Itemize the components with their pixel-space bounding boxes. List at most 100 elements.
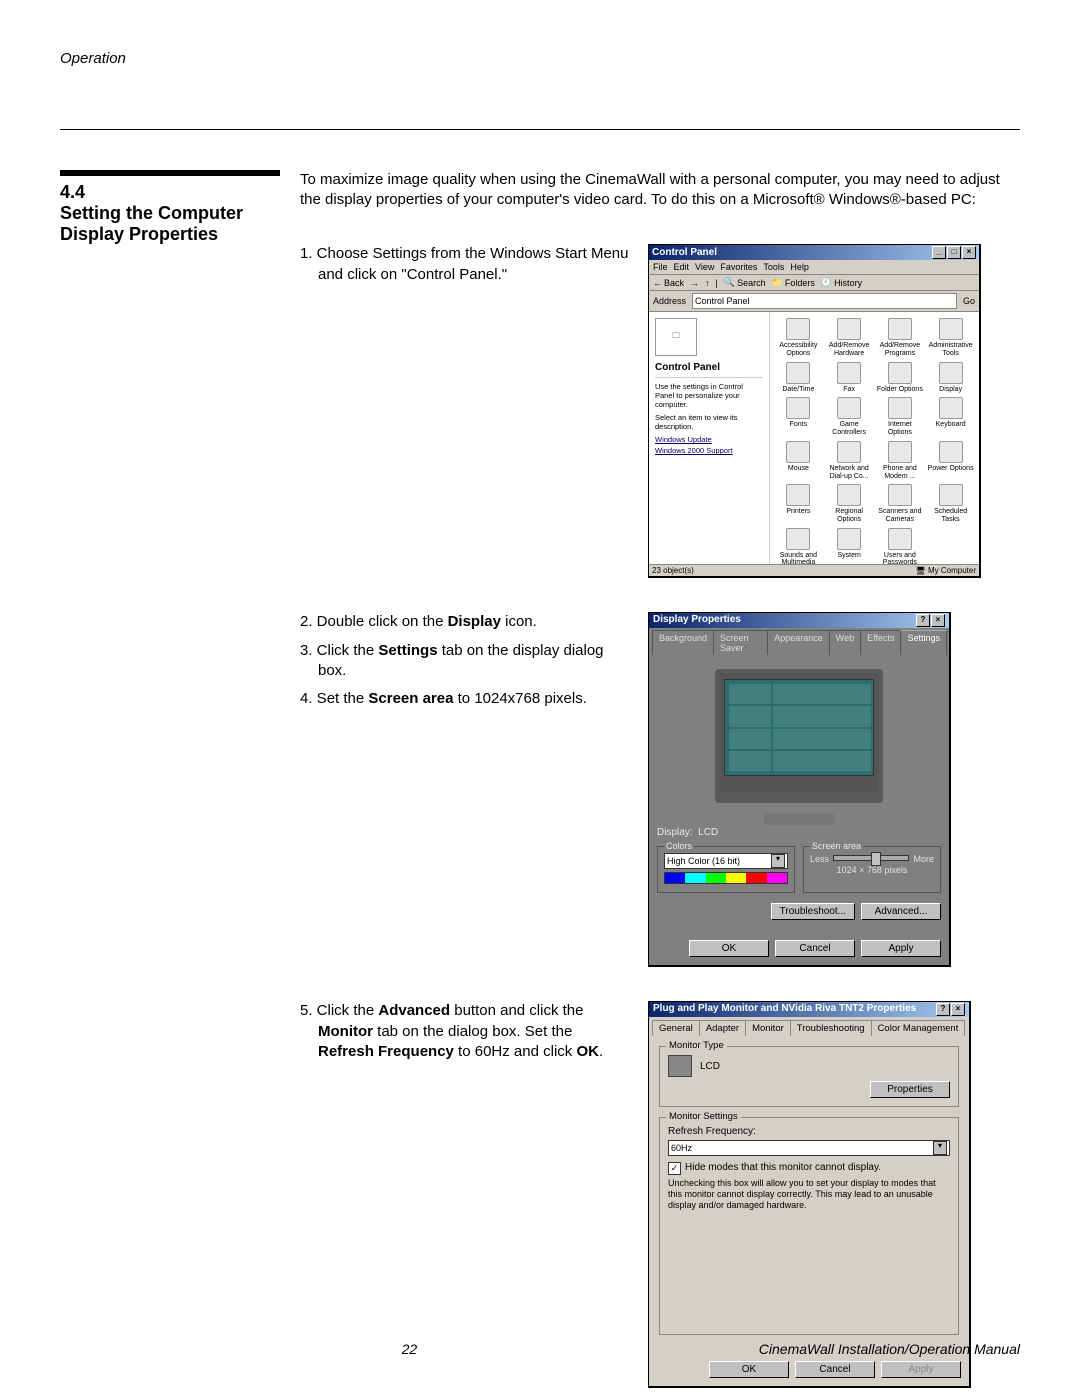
menu-file[interactable]: File (653, 262, 668, 272)
cancel-button[interactable]: Cancel (775, 940, 855, 957)
help-button[interactable]: ? (916, 614, 930, 627)
cp-icon-game-controllers[interactable]: Game Controllers (825, 397, 874, 436)
link-windows-2000-support[interactable]: Windows 2000 Support (655, 446, 763, 455)
menu-help[interactable]: Help (790, 262, 809, 272)
display-properties-dialog: Display Properties ? × Background Screen… (648, 612, 951, 967)
toolbar-back[interactable]: ← Back (653, 278, 684, 288)
menu-edit[interactable]: Edit (674, 262, 690, 272)
cp-icon-phone-modem[interactable]: Phone and Modem ... (876, 441, 925, 480)
step-2: 2. Double click on the Display icon. (300, 612, 630, 632)
properties-button[interactable]: Properties (870, 1081, 950, 1098)
tab-monitor[interactable]: Monitor (745, 1020, 791, 1036)
cp-icon-fonts[interactable]: Fonts (774, 397, 823, 436)
cp-icon-regional[interactable]: Regional Options (825, 484, 874, 523)
go-button[interactable]: Go (963, 296, 975, 306)
cp-left-desc1: Use the settings in Control Panel to per… (655, 382, 763, 409)
hide-modes-label: Hide modes that this monitor cannot disp… (685, 1162, 881, 1173)
toolbar-search[interactable]: 🔍Search (724, 277, 766, 288)
tab-screensaver[interactable]: Screen Saver (713, 630, 768, 655)
ok-button[interactable]: OK (709, 1361, 789, 1378)
cancel-button[interactable]: Cancel (795, 1361, 875, 1378)
step-3: 3. Click the Settings tab on the display… (300, 641, 630, 682)
menu-view[interactable]: View (695, 262, 714, 272)
colors-group: Colors High Color (16 bit) ▾ (657, 846, 795, 893)
tab-adapter[interactable]: Adapter (699, 1020, 746, 1036)
monitor-type-group: Monitor Type LCD Properties (659, 1046, 959, 1107)
refresh-frequency-select[interactable]: 60Hz ▾ (668, 1140, 950, 1156)
cp-icon-addremove-programs[interactable]: Add/Remove Programs (876, 318, 925, 357)
section-heading-block: 4.4 Setting the Computer Display Propert… (60, 170, 280, 244)
cp-icon-folder-options[interactable]: Folder Options (876, 362, 925, 394)
thick-rule (60, 170, 280, 176)
cp-icon-admin-tools[interactable]: Administrative Tools (926, 318, 975, 357)
cp-icon-keyboard[interactable]: Keyboard (926, 397, 975, 436)
step-5: 5. Click the Advanced button and click t… (300, 1001, 630, 1062)
menu-tools[interactable]: Tools (763, 262, 784, 272)
chevron-down-icon: ▾ (933, 1141, 947, 1155)
minimize-button[interactable]: _ (932, 246, 946, 259)
toolbar-up[interactable]: ↑ (705, 278, 710, 288)
ok-button[interactable]: OK (689, 940, 769, 957)
page-footer: 22 CinemaWall Installation/Operation Man… (60, 1341, 1020, 1357)
color-swatch (664, 872, 788, 884)
cp-icon-display[interactable]: Display (926, 362, 975, 394)
cp-icon-power-options[interactable]: Power Options (926, 441, 975, 480)
refresh-label: Refresh Frequency: (668, 1126, 950, 1137)
tab-appearance[interactable]: Appearance (767, 630, 830, 655)
toolbar-folders[interactable]: 📁Folders (772, 277, 815, 288)
step-4: 4. Set the Screen area to 1024x768 pixel… (300, 689, 630, 709)
status-count: 23 object(s) (652, 566, 694, 575)
advanced-button[interactable]: Advanced... (861, 903, 941, 920)
cp-icon-mouse[interactable]: Mouse (774, 441, 823, 480)
cp-icon-scanners[interactable]: Scanners and Cameras (876, 484, 925, 523)
tab-web[interactable]: Web (829, 630, 861, 655)
cp-icon-printers[interactable]: Printers (774, 484, 823, 523)
cp-title-text: Control Panel (652, 247, 717, 258)
section-number: 4.4 (60, 182, 280, 203)
display-preview (715, 669, 883, 803)
close-button[interactable]: × (931, 614, 945, 627)
cp-titlebar: Control Panel _ □ × (649, 245, 979, 260)
close-button[interactable]: × (962, 246, 976, 259)
troubleshoot-button[interactable]: Troubleshoot... (771, 903, 855, 920)
toolbar-forward[interactable]: → (690, 278, 699, 288)
tab-background[interactable]: Background (652, 630, 714, 655)
cp-icon-datetime[interactable]: Date/Time (774, 362, 823, 394)
cp-icon-accessibility[interactable]: Accessibility Options (774, 318, 823, 357)
resolution-slider[interactable] (833, 855, 909, 861)
cp-icon-internet-options[interactable]: Internet Options (876, 397, 925, 436)
tab-troubleshooting[interactable]: Troubleshooting (790, 1020, 872, 1036)
cp-icon-network[interactable]: Network and Dial-up Co... (825, 441, 874, 480)
close-button[interactable]: × (951, 1003, 965, 1016)
maximize-button[interactable]: □ (947, 246, 961, 259)
cp-icon-system[interactable]: System (825, 528, 874, 567)
monitor-type-value: LCD (700, 1061, 720, 1072)
hide-modes-checkbox[interactable]: ✓ (668, 1162, 681, 1175)
apply-button[interactable]: Apply (861, 940, 941, 957)
apply-button[interactable]: Apply (881, 1361, 961, 1378)
help-button[interactable]: ? (936, 1003, 950, 1016)
dlg-tabs: Background Screen Saver Appearance Web E… (649, 628, 949, 655)
address-label: Address (653, 296, 686, 306)
screenarea-group: Screen area Less More 1024 × 768 pixels (803, 846, 941, 893)
step-1: 1. Choose Settings from the Windows Star… (300, 244, 630, 285)
toolbar-history[interactable]: 🕘History (821, 277, 862, 288)
tab-effects[interactable]: Effects (860, 630, 901, 655)
menu-favorites[interactable]: Favorites (720, 262, 757, 272)
cp-icon-sounds[interactable]: Sounds and Multimedia (774, 528, 823, 567)
cp-icon-fax[interactable]: Fax (825, 362, 874, 394)
tab-general[interactable]: General (652, 1020, 700, 1036)
tab-settings[interactable]: Settings (900, 630, 947, 655)
address-input[interactable] (692, 293, 957, 309)
link-windows-update[interactable]: Windows Update (655, 435, 763, 444)
cp-icon-addremove-hardware[interactable]: Add/Remove Hardware (825, 318, 874, 357)
page-number: 22 (60, 1341, 759, 1357)
manual-title-footer: CinemaWall Installation/Operation Manual (759, 1341, 1020, 1357)
cp-icon-users-passwords[interactable]: Users and Passwords (876, 528, 925, 567)
color-depth-select[interactable]: High Color (16 bit) ▾ (664, 853, 788, 869)
cp-icon-grid: Accessibility Options Add/Remove Hardwar… (770, 312, 979, 564)
mon-tabs: General Adapter Monitor Troubleshooting … (649, 1017, 969, 1036)
less-label: Less (810, 854, 829, 864)
tab-color-management[interactable]: Color Management (871, 1020, 966, 1036)
cp-icon-scheduled-tasks[interactable]: Scheduled Tasks (926, 484, 975, 523)
